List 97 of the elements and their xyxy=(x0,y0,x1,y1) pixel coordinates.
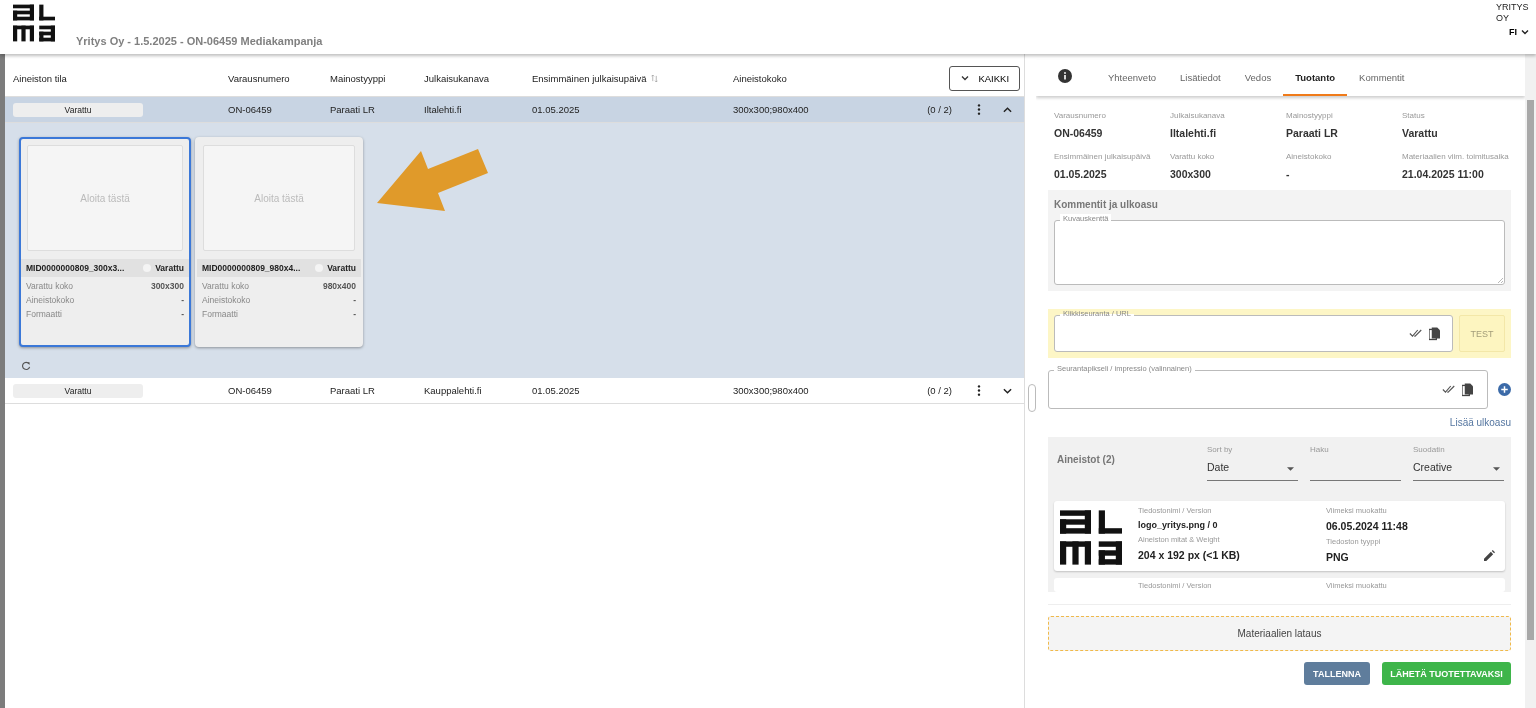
detail-value: - xyxy=(1286,168,1291,180)
language-select[interactable]: FI xyxy=(1509,27,1530,37)
detail-value: ON-06459 xyxy=(1054,127,1104,139)
detail-value: 01.05.2025 xyxy=(1054,168,1108,180)
table-cell: ON-06459 xyxy=(228,385,272,396)
section-title: Kommentit ja ulkoasu xyxy=(1054,199,1159,210)
field-value: 980x400 xyxy=(322,281,356,291)
table-row[interactable]: Varattu ON-06459 Paraati LR Kauppalehti.fi 01.05.2025 300x300;980x400 (0 / 2) xyxy=(5,378,1024,404)
detail-label: Materiaalien viim. toimitusaika xyxy=(1402,151,1510,163)
copy-icon[interactable] xyxy=(1429,326,1440,341)
tab[interactable]: Yhteenveto xyxy=(1096,60,1169,96)
detail-label: Aineistokoko xyxy=(1286,151,1333,163)
status-badge: Varattu xyxy=(13,383,143,398)
field-label: Varattu koko xyxy=(26,281,74,291)
table-cell: Iltalehti.fi xyxy=(424,104,462,115)
tab[interactable]: Lisätiedot xyxy=(1168,60,1233,96)
table-cell: 01.05.2025 xyxy=(532,385,580,396)
resize-grip-icon[interactable] xyxy=(1497,277,1503,283)
card-status: Varattu xyxy=(327,263,356,273)
detail-label: Varausnumero xyxy=(1054,110,1107,122)
file-name: logo_yritys.png / 0 xyxy=(1138,520,1218,530)
field-value: 300x300 xyxy=(150,281,184,291)
description-field[interactable] xyxy=(1054,220,1505,285)
filter-select[interactable]: Suodatin Creative xyxy=(1413,445,1504,481)
double-check-icon[interactable] xyxy=(1442,385,1456,394)
field-value: - xyxy=(181,309,184,319)
material-count: (0 / 2) xyxy=(927,385,952,396)
tab[interactable]: Vedos xyxy=(1232,60,1284,96)
detail-value: Iltalehti.fi xyxy=(1170,127,1218,139)
table-cell: Kauppalehti.fi xyxy=(424,385,482,396)
field-label: Aineistokoko xyxy=(26,295,75,305)
page-title: Yritys Oy - 1.5.2025 - ON-06459 Mediakampanja xyxy=(76,35,323,47)
column-header[interactable]: Julkaisukanava xyxy=(424,72,489,84)
table-row[interactable]: Varattu ON-06459 Paraati LR Iltalehti.fi 01.05.2025 300x300;980x400 (0 / 2) xyxy=(5,97,1024,123)
table-cell: Paraati LR xyxy=(330,385,375,396)
field-label: Varattu koko xyxy=(202,281,250,291)
field-label: Formaatti xyxy=(26,309,62,319)
detail-label: Ensimmäinen julkaisupäivä xyxy=(1054,151,1152,163)
filter-button[interactable]: KAIKKI xyxy=(949,65,1020,91)
column-header[interactable]: Aineiston tila xyxy=(13,72,67,84)
material-count: (0 / 2) xyxy=(927,104,952,115)
tab[interactable]: Tuotanto xyxy=(1283,60,1348,96)
detail-value: Paraati LR xyxy=(1286,127,1339,139)
detail-value: 300x300 xyxy=(1170,168,1212,180)
chevron-icon[interactable] xyxy=(1002,106,1012,113)
add-icon[interactable] xyxy=(1498,383,1511,396)
scrollbar[interactable] xyxy=(1525,54,1536,708)
refresh-icon[interactable] xyxy=(21,361,31,371)
card-status: Varattu xyxy=(155,263,184,273)
detail-value: 21.04.2025 11:00 xyxy=(1402,168,1485,180)
table-cell: 300x300;980x400 xyxy=(733,104,809,115)
more-icon[interactable] xyxy=(977,104,981,115)
tab[interactable]: Kommentit xyxy=(1347,60,1417,96)
column-header[interactable]: Aineistokoko xyxy=(733,72,787,84)
field-value: - xyxy=(353,309,356,319)
modified-date: 06.05.2024 11:48 xyxy=(1326,520,1408,532)
info-icon xyxy=(1058,69,1072,83)
sort-select[interactable]: Sort by Date xyxy=(1207,445,1298,481)
upload-area[interactable]: Materiaalien lataus xyxy=(1048,616,1511,651)
material-card[interactable]: Aloita tästä MID0000000809_300x3... Varattu Varattu koko 300x300 Aineistokoko - Formaatti - xyxy=(19,137,191,347)
field-label: Formaatti xyxy=(202,309,238,319)
url-field[interactable] xyxy=(1054,315,1453,352)
account-name[interactable]: YRITYS OY xyxy=(1496,2,1530,24)
detail-label: Julkaisukanava xyxy=(1170,110,1226,122)
save-button[interactable]: TALLENNA xyxy=(1304,662,1370,685)
table-cell: ON-06459 xyxy=(228,104,272,115)
table-cell: Paraati LR xyxy=(330,104,375,115)
table-cell: 01.05.2025 xyxy=(532,104,580,115)
more-icon[interactable] xyxy=(977,385,981,396)
chevron-icon xyxy=(960,73,971,83)
table-cell: 300x300;980x400 xyxy=(733,385,809,396)
column-header[interactable]: Ensimmäinen julkaisupäivä xyxy=(532,72,659,84)
double-check-icon[interactable] xyxy=(1409,329,1423,338)
field-value: - xyxy=(181,295,184,305)
field-value: - xyxy=(353,295,356,305)
detail-label: Status xyxy=(1402,110,1426,122)
file-size: 204 x 192 px (<1 KB) xyxy=(1138,549,1240,561)
copy-icon[interactable] xyxy=(1462,382,1473,397)
detail-label: Varattu koko xyxy=(1170,151,1216,163)
chevron-icon[interactable] xyxy=(1002,387,1012,394)
detail-value: Varattu xyxy=(1402,127,1439,139)
detail-label: Mainostyyppi xyxy=(1286,110,1334,122)
card-title: MID0000000809_300x3... xyxy=(26,263,125,273)
column-header[interactable]: Varausnumero xyxy=(228,72,290,84)
status-badge: Varattu xyxy=(13,102,143,117)
logo-icon xyxy=(13,3,55,43)
add-layout-link[interactable]: Lisää ulkoasu xyxy=(1449,417,1511,428)
column-header[interactable]: Mainostyyppi xyxy=(330,72,386,84)
file-type: PNG xyxy=(1326,551,1349,563)
edit-icon[interactable] xyxy=(1484,550,1495,561)
section-title: Aineistot (2) xyxy=(1056,453,1116,465)
card-title: MID0000000809_980x4... xyxy=(202,263,301,273)
field-label: Aineistokoko xyxy=(202,295,251,305)
material-card[interactable]: Aloita tästä MID0000000809_980x4... Varattu Varattu koko 980x400 Aineistokoko - Formaatti - xyxy=(195,137,363,347)
dropdown-caret-icon[interactable] xyxy=(1287,467,1294,471)
dropdown-caret-icon[interactable] xyxy=(1493,467,1500,471)
caret-icon xyxy=(1520,27,1530,37)
